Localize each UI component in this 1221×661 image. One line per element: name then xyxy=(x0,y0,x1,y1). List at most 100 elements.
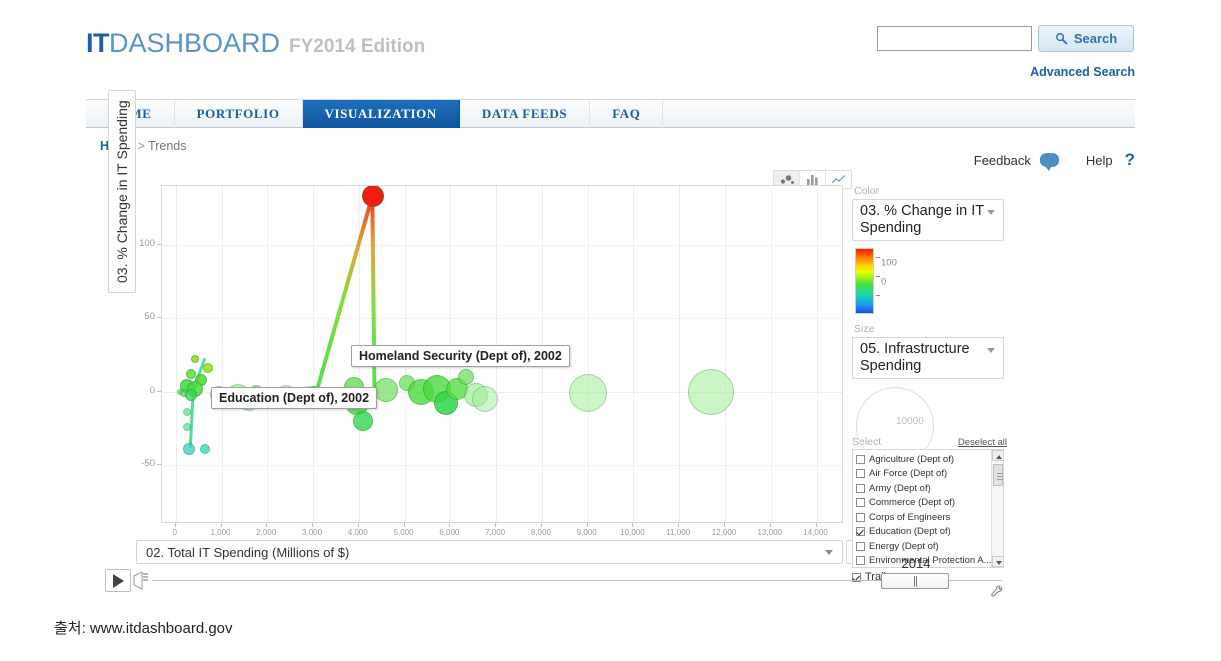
source-caption: 출처: www.itdashboard.gov xyxy=(54,620,233,637)
breadcrumb-current: Trends xyxy=(148,139,187,153)
trail-line xyxy=(240,194,377,398)
question-mark-icon[interactable]: ? xyxy=(1125,150,1135,170)
data-bubble[interactable] xyxy=(202,363,213,374)
grip-line xyxy=(997,479,1003,480)
agency-row[interactable]: Agriculture (Dept of) xyxy=(853,452,1003,467)
data-bubble[interactable] xyxy=(471,386,498,413)
data-bubble[interactable] xyxy=(568,374,607,413)
agency-list-scrollbar[interactable] xyxy=(991,450,1003,567)
agency-checkbox[interactable] xyxy=(856,556,865,566)
size-caption: Size xyxy=(854,323,875,335)
tooltip-education[interactable]: Education (Dept of), 2002 xyxy=(211,387,378,409)
data-bubble[interactable] xyxy=(183,423,192,431)
site-header: ITDASHBOARD FY2014 Edition Search Advance… xyxy=(0,0,1221,98)
size-legend-label: 10000 xyxy=(896,416,924,427)
y-tick-mark xyxy=(157,317,161,319)
agency-row[interactable]: Army (Dept of) xyxy=(853,481,1003,496)
agency-label: Agriculture (Dept of) xyxy=(869,453,955,465)
feedback-link[interactable]: Feedback xyxy=(974,153,1031,168)
agency-checkbox[interactable] xyxy=(856,512,865,522)
advanced-search-link[interactable]: Advanced Search xyxy=(1030,65,1135,79)
agency-row[interactable]: Education (Dept of) xyxy=(853,525,1003,540)
data-bubble[interactable] xyxy=(688,368,735,415)
nav-item-data-feeds[interactable]: DATA FEEDS xyxy=(460,100,591,128)
agency-row[interactable]: Commerce (Dept of) xyxy=(853,496,1003,511)
size-field-value: 05. Infrastructure Spending xyxy=(860,341,970,374)
x-axis-field-dropdown[interactable]: 02. Total IT Spending (Millions of $) xyxy=(136,540,843,564)
x-tick-mark xyxy=(678,523,680,527)
x-tick-mark xyxy=(174,523,176,527)
main-navigation: HOMEPORTFOLIOVISUALIZATIONDATA FEEDSFAQ xyxy=(86,99,1135,128)
color-legend-label-low: 0 xyxy=(881,276,887,288)
x-tick-mark xyxy=(220,523,222,527)
y-tick-mark xyxy=(157,464,161,466)
agency-checkbox[interactable] xyxy=(856,527,865,537)
deselect-all-link[interactable]: Deselect all xyxy=(958,437,1007,448)
scrollbar-thumb[interactable] xyxy=(993,464,1003,486)
timeline-track[interactable] xyxy=(152,580,1002,581)
data-bubble[interactable] xyxy=(361,186,384,208)
x-tick-label: 5,000 xyxy=(393,528,414,537)
help-link[interactable]: Help xyxy=(1086,153,1113,168)
color-legend-gradient xyxy=(855,248,880,314)
tooltip-homeland-security[interactable]: Homeland Security (Dept of), 2002 xyxy=(351,345,570,367)
data-bubble[interactable] xyxy=(184,388,197,401)
gridline-vertical xyxy=(175,186,177,522)
color-legend-tick xyxy=(876,295,880,296)
x-tick-label: 12,000 xyxy=(711,528,737,537)
y-axis-label[interactable]: 03. % Change in IT Spending xyxy=(108,90,136,293)
data-bubble[interactable] xyxy=(190,355,199,364)
gridline-vertical xyxy=(679,186,681,522)
color-legend-tick xyxy=(876,257,880,258)
agency-checkbox[interactable] xyxy=(856,469,865,479)
visualization-area: Lin 03. % Change in IT Spending 100500-5… xyxy=(86,90,1135,593)
data-bubble[interactable] xyxy=(353,411,374,432)
x-tick-mark xyxy=(586,523,588,527)
search-button[interactable]: Search xyxy=(1038,25,1134,52)
agency-checkbox[interactable] xyxy=(856,483,865,493)
data-bubble[interactable] xyxy=(183,408,192,417)
settings-wrench-icon[interactable] xyxy=(990,585,1004,601)
play-button[interactable] xyxy=(105,569,131,592)
agency-label: Commerce (Dept of) xyxy=(869,497,956,509)
logo-dashboard: DASHBOARD xyxy=(109,28,281,58)
site-logo[interactable]: ITDASHBOARD FY2014 Edition xyxy=(86,28,425,59)
chevron-down-icon xyxy=(987,210,995,215)
timeline-handle[interactable]: || xyxy=(881,573,949,589)
speed-control[interactable] xyxy=(133,570,149,591)
y-tick-label: 100 xyxy=(139,237,155,249)
x-tick-mark xyxy=(495,523,497,527)
gridline-vertical xyxy=(770,186,772,522)
y-tick-mark xyxy=(157,243,161,245)
agency-label: Education (Dept of) xyxy=(869,526,951,538)
x-axis-label: 02. Total IT Spending (Millions of $) xyxy=(146,544,350,560)
agency-row[interactable]: Corps of Engineers xyxy=(853,510,1003,525)
agency-label: Army (Dept of) xyxy=(869,482,931,494)
play-icon xyxy=(112,573,124,588)
size-field-dropdown[interactable]: 05. Infrastructure Spending xyxy=(852,337,1004,379)
x-tick-label: 9,000 xyxy=(576,528,597,537)
gridline-vertical xyxy=(587,186,589,522)
x-tick-label: 14,000 xyxy=(803,528,828,537)
data-bubble[interactable] xyxy=(200,444,211,455)
scroll-up-arrow[interactable] xyxy=(992,450,1003,461)
data-bubble[interactable] xyxy=(183,443,196,456)
agency-label: Energy (Dept of) xyxy=(869,540,939,552)
nav-item-visualization[interactable]: VISUALIZATION xyxy=(302,100,460,128)
nav-item-faq[interactable]: FAQ xyxy=(590,100,664,128)
size-legend: 10000 xyxy=(852,385,1004,465)
agency-select-list[interactable]: Agriculture (Dept of) Air Force (Dept of)… xyxy=(852,449,1004,568)
speech-bubble-icon[interactable] xyxy=(1039,153,1059,171)
agency-checkbox[interactable] xyxy=(856,541,865,551)
search-input[interactable] xyxy=(877,26,1032,51)
agency-checkbox[interactable] xyxy=(856,454,865,464)
agency-checkbox[interactable] xyxy=(856,498,865,508)
nav-item-portfolio[interactable]: PORTFOLIO xyxy=(175,100,303,128)
data-bubble[interactable] xyxy=(374,378,399,403)
x-tick-mark xyxy=(632,523,634,527)
gridline-vertical xyxy=(267,186,269,522)
x-tick-label: 13,000 xyxy=(757,528,782,537)
color-field-dropdown[interactable]: 03. % Change in IT Spending xyxy=(852,199,1004,241)
agency-row[interactable]: Energy (Dept of) xyxy=(853,539,1003,554)
agency-row[interactable]: Air Force (Dept of) xyxy=(853,467,1003,482)
